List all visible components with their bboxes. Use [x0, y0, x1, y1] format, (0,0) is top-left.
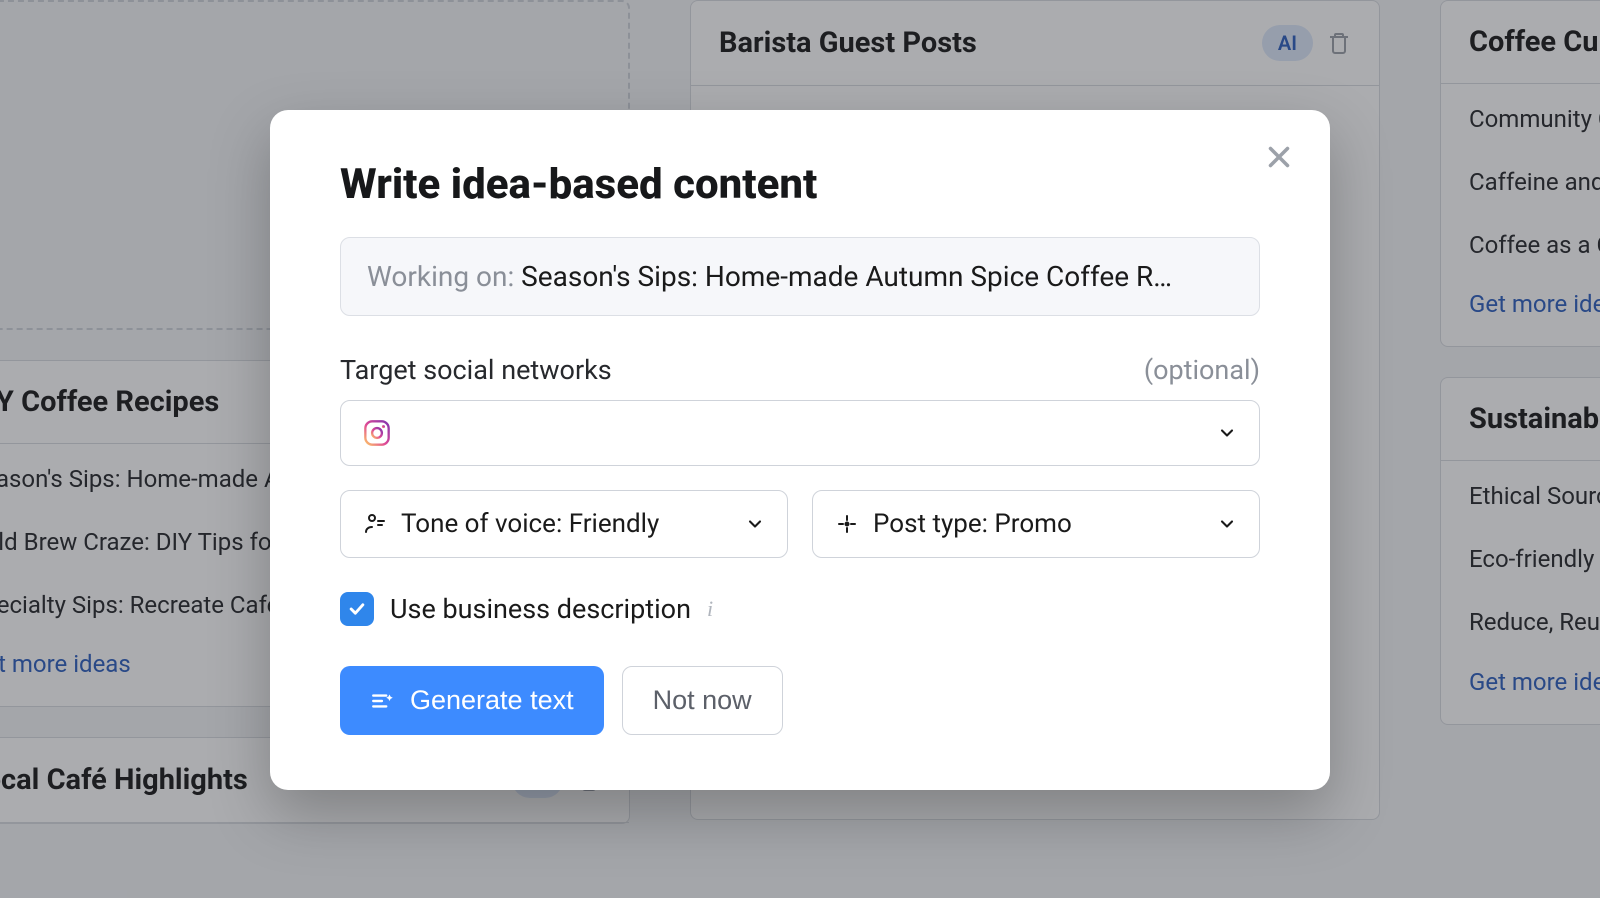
tone-icon [363, 512, 387, 536]
target-networks-select[interactable] [340, 400, 1260, 466]
use-biz-checkbox[interactable] [340, 592, 374, 626]
working-on-field: Working on: Season's Sips: Home-made Aut… [340, 237, 1260, 316]
chevron-down-icon [1217, 423, 1237, 443]
post-type-select[interactable]: Post type: Promo [812, 490, 1260, 558]
generate-text-button[interactable]: Generate text [340, 666, 604, 735]
chevron-down-icon [1217, 514, 1237, 534]
optional-label: (optional) [1144, 354, 1260, 386]
use-biz-label: Use business description [390, 593, 691, 625]
tone-of-voice-select[interactable]: Tone of voice: Friendly [340, 490, 788, 558]
close-icon[interactable] [1262, 140, 1296, 174]
not-now-label: Not now [653, 685, 752, 716]
post-type-value: Promo [994, 509, 1071, 539]
generate-label: Generate text [410, 685, 574, 716]
target-networks-label: Target social networks [340, 354, 612, 386]
modal-overlay: Write idea-based content Working on: Sea… [0, 0, 1600, 898]
not-now-button[interactable]: Not now [622, 666, 783, 735]
post-type-icon [835, 512, 859, 536]
chevron-down-icon [745, 514, 765, 534]
tone-value: Friendly [569, 509, 660, 539]
working-on-value: Season's Sips: Home-made Autumn Spice Co… [521, 260, 1172, 293]
tone-prefix: Tone of voice: [401, 509, 569, 539]
write-idea-modal: Write idea-based content Working on: Sea… [270, 110, 1330, 790]
instagram-icon [363, 419, 391, 447]
post-type-prefix: Post type: [873, 509, 994, 539]
modal-title: Write idea-based content [340, 160, 1260, 209]
info-icon[interactable]: i [707, 596, 713, 622]
working-on-prefix: Working on: [367, 260, 521, 293]
